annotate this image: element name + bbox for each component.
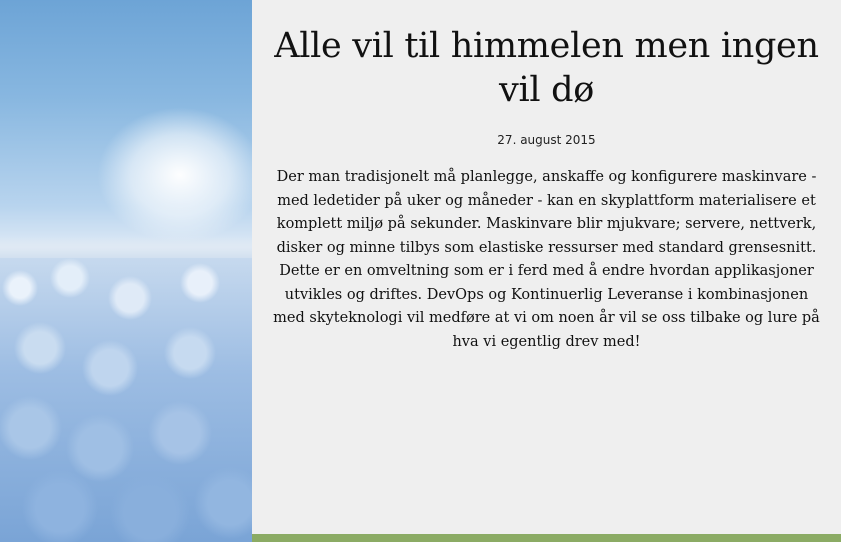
article-title: Alle vil til himmelen men ingen vil dø bbox=[274, 26, 819, 110]
footer-accent-bar bbox=[252, 534, 841, 542]
article-body: Der man tradisjonelt må planlegge, anska… bbox=[273, 169, 820, 350]
article-panel: Alle vil til himmelen men ingen vil dø 2… bbox=[252, 0, 841, 534]
page: Alle vil til himmelen men ingen vil dø 2… bbox=[0, 0, 841, 542]
sky-clouds-image bbox=[0, 0, 252, 542]
cloud-layer bbox=[0, 258, 252, 542]
article-date: 27. august 2015 bbox=[497, 133, 596, 147]
